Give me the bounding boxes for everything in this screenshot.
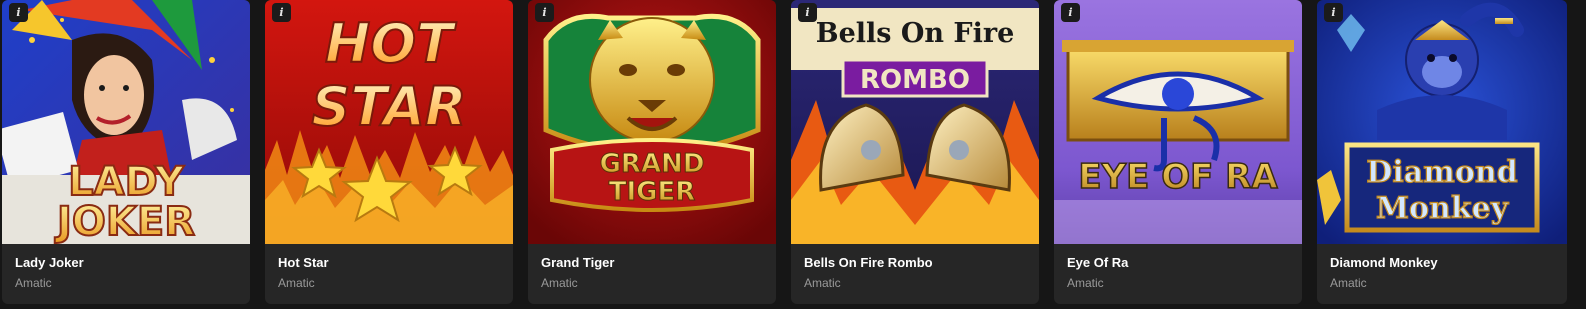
art-title-line-2: ROMBO (860, 65, 970, 95)
game-thumbnail[interactable]: GRAND TIGER i (528, 0, 776, 244)
art-title-line-1: GRAND (600, 149, 705, 179)
art-title-line-1: Diamond (1366, 155, 1517, 190)
info-icon[interactable]: i (798, 3, 817, 22)
game-card-diamond-monkey[interactable]: Diamond Monkey i Diamond Monkey Amatic (1317, 0, 1567, 304)
game-provider: Amatic (541, 276, 578, 290)
game-title: Diamond Monkey (1330, 255, 1438, 270)
info-icon[interactable]: i (9, 3, 28, 22)
game-card-eye-of-ra[interactable]: EYE OF RA i Eye Of Ra Amatic (1054, 0, 1302, 304)
game-thumbnail[interactable]: Bells On Fire ROMBO i (791, 0, 1039, 244)
eye-of-ra-artwork: EYE OF RA (1054, 0, 1302, 244)
game-provider: Amatic (278, 276, 315, 290)
bells-on-fire-rombo-artwork: Bells On Fire ROMBO (791, 0, 1039, 244)
lady-joker-artwork: LADY JOKER (2, 0, 250, 244)
art-title-line-2: Monkey (1376, 191, 1510, 226)
game-title: Eye Of Ra (1067, 255, 1129, 270)
art-title-line-2: JOKER (54, 199, 195, 244)
game-provider: Amatic (1067, 276, 1104, 290)
game-grid: LADY JOKER i Lady Joker Amatic HOT STAR … (0, 0, 1586, 309)
game-thumbnail[interactable]: HOT STAR i (265, 0, 513, 244)
hot-star-artwork: HOT STAR (265, 0, 513, 244)
game-title: Grand Tiger (541, 255, 615, 270)
game-title: Hot Star (278, 255, 329, 270)
art-title: EYE OF RA (1078, 157, 1278, 197)
game-thumbnail[interactable]: Diamond Monkey i (1317, 0, 1567, 244)
game-provider: Amatic (15, 276, 52, 290)
grand-tiger-artwork: GRAND TIGER (528, 0, 776, 244)
game-title: Bells On Fire Rombo (804, 255, 933, 270)
game-card-lady-joker[interactable]: LADY JOKER i Lady Joker Amatic (2, 0, 250, 304)
art-title-line-1: Bells On Fire (816, 18, 1015, 49)
info-icon[interactable]: i (535, 3, 554, 22)
game-provider: Amatic (804, 276, 841, 290)
art-title-line-1: HOT (325, 12, 457, 75)
game-title: Lady Joker (15, 255, 84, 270)
art-title-line-2: TIGER (609, 177, 696, 207)
game-thumbnail[interactable]: EYE OF RA i (1054, 0, 1302, 244)
game-card-hot-star[interactable]: HOT STAR i Hot Star Amatic (265, 0, 513, 304)
game-provider: Amatic (1330, 276, 1367, 290)
info-icon[interactable]: i (1061, 3, 1080, 22)
game-thumbnail[interactable]: LADY JOKER i (2, 0, 250, 244)
info-icon[interactable]: i (1324, 3, 1343, 22)
game-card-grand-tiger[interactable]: GRAND TIGER i Grand Tiger Amatic (528, 0, 776, 304)
diamond-monkey-artwork: Diamond Monkey (1317, 0, 1567, 244)
game-card-bells-on-fire-rombo[interactable]: Bells On Fire ROMBO i Bells On Fire Romb… (791, 0, 1039, 304)
art-title-line-2: STAR (312, 75, 467, 138)
info-icon[interactable]: i (272, 3, 291, 22)
